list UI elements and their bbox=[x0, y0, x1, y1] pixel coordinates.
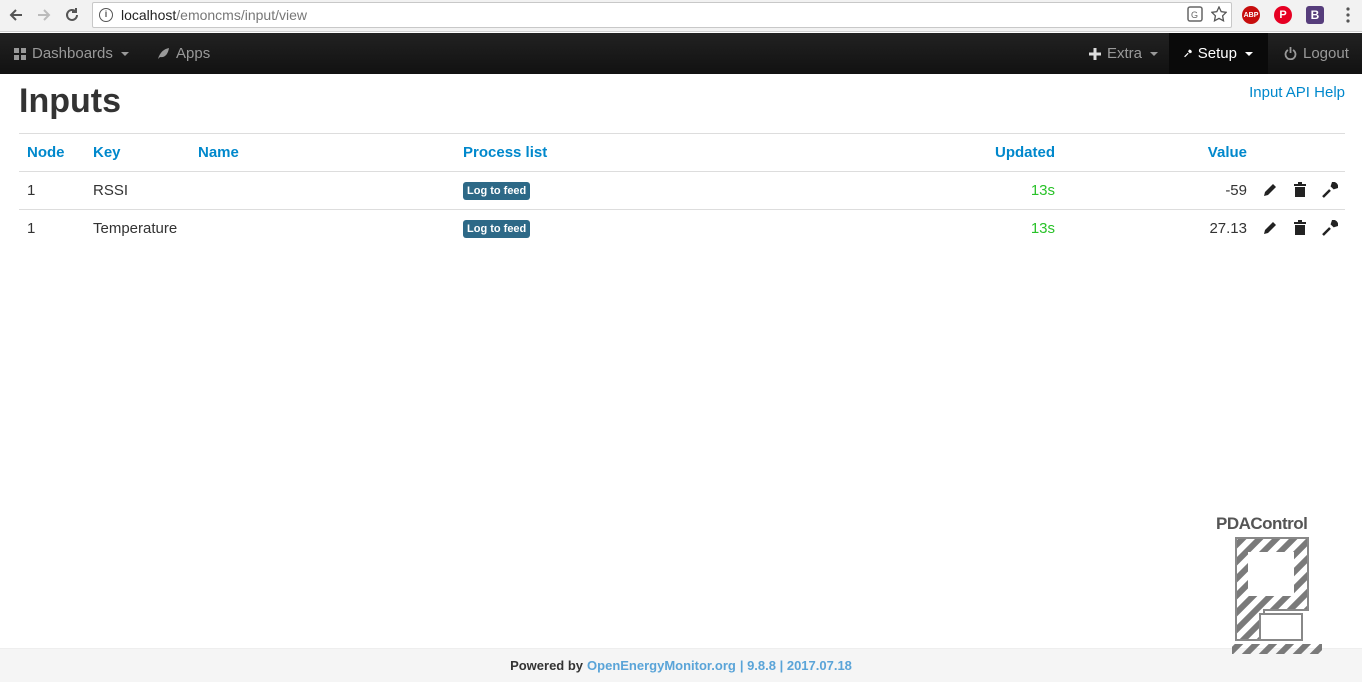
nav-dashboards[interactable]: Dashboards bbox=[14, 33, 129, 74]
nav-logout[interactable]: Logout bbox=[1284, 33, 1349, 74]
adblock-plus-icon[interactable]: ABP bbox=[1242, 6, 1260, 24]
nav-logout-label: Logout bbox=[1303, 45, 1349, 62]
main-navbar: Dashboards Apps Extra Setup Logout bbox=[0, 33, 1362, 74]
nav-setup[interactable]: Setup bbox=[1169, 33, 1268, 74]
arrow-right-icon bbox=[38, 9, 51, 21]
browser-toolbar: i localhost/emoncms/input/view G ABP P B bbox=[0, 0, 1362, 32]
browser-menu-button[interactable] bbox=[1336, 3, 1360, 27]
header-process-list[interactable]: Process list bbox=[463, 134, 547, 171]
nav-extra-label: Extra bbox=[1107, 45, 1143, 62]
info-icon[interactable]: i bbox=[99, 8, 113, 22]
star-icon[interactable] bbox=[1211, 6, 1227, 22]
header-value[interactable]: Value bbox=[1208, 134, 1247, 171]
watermark-graphic bbox=[1232, 537, 1322, 654]
wrench-icon[interactable] bbox=[1322, 182, 1338, 198]
url-text: localhost/emoncms/input/view bbox=[121, 7, 307, 23]
watermark-text: PDAControl bbox=[1216, 514, 1308, 533]
footer-powered-by: Powered by bbox=[510, 658, 584, 673]
process-badge[interactable]: Log to feed bbox=[463, 181, 531, 200]
reload-button[interactable] bbox=[60, 3, 84, 27]
reload-icon bbox=[66, 8, 78, 21]
input-api-help-link[interactable]: Input API Help bbox=[1249, 84, 1345, 101]
page-title: Inputs bbox=[19, 82, 121, 120]
power-icon bbox=[1284, 47, 1297, 60]
cell-key: Temperature bbox=[93, 220, 178, 237]
footer: Powered by OpenEnergyMonitor.org | 9.8.8… bbox=[0, 648, 1362, 682]
cell-node: 1 bbox=[27, 220, 36, 237]
cell-updated: 13s bbox=[1030, 182, 1055, 199]
header-node[interactable]: Node bbox=[27, 134, 65, 171]
cell-value: -59 bbox=[1225, 182, 1247, 199]
footer-oem-link[interactable]: OpenEnergyMonitor.org bbox=[587, 658, 736, 673]
table-header-row: Node Key Name Process list Updated Value bbox=[19, 134, 1345, 172]
nav-setup-label: Setup bbox=[1197, 45, 1237, 62]
nav-apps[interactable]: Apps bbox=[157, 33, 210, 74]
svg-text:G: G bbox=[1191, 10, 1198, 20]
nav-apps-label: Apps bbox=[176, 45, 211, 62]
plus-icon bbox=[1089, 47, 1101, 60]
inputs-table: Node Key Name Process list Updated Value… bbox=[19, 133, 1345, 248]
cell-node: 1 bbox=[27, 182, 36, 199]
caret-down-icon bbox=[1150, 51, 1159, 56]
trash-icon[interactable] bbox=[1292, 182, 1308, 198]
arrow-left-icon bbox=[9, 9, 22, 21]
cell-value: 27.13 bbox=[1209, 220, 1247, 237]
nav-extra[interactable]: Extra bbox=[1089, 33, 1159, 74]
header-updated[interactable]: Updated bbox=[995, 134, 1055, 171]
wrench-icon[interactable] bbox=[1322, 220, 1338, 236]
header-key[interactable]: Key bbox=[93, 134, 121, 171]
caret-down-icon bbox=[1245, 51, 1253, 56]
translate-icon[interactable]: G bbox=[1187, 6, 1203, 22]
cell-key: RSSI bbox=[93, 182, 129, 199]
header-name[interactable]: Name bbox=[198, 134, 239, 171]
pencil-icon[interactable] bbox=[1262, 220, 1278, 236]
wrench-icon bbox=[1184, 49, 1192, 58]
nav-dashboards-label: Dashboards bbox=[32, 45, 113, 62]
footer-version: | 9.8.8 | 2017.07.18 bbox=[739, 658, 852, 673]
leaf-icon bbox=[158, 48, 169, 59]
pencil-icon[interactable] bbox=[1262, 182, 1278, 198]
kebab-menu-icon bbox=[1346, 7, 1350, 23]
dashboard-icon bbox=[14, 47, 26, 60]
cell-updated: 13s bbox=[1030, 220, 1055, 237]
bootstrap-icon[interactable]: B bbox=[1306, 6, 1324, 24]
pdacontrol-watermark-logo: PDAControl bbox=[1214, 514, 1336, 664]
caret-down-icon bbox=[120, 51, 129, 56]
forward-button[interactable] bbox=[32, 3, 56, 27]
address-bar[interactable]: i localhost/emoncms/input/view G bbox=[92, 2, 1232, 28]
process-badge[interactable]: Log to feed bbox=[463, 219, 531, 238]
pinterest-icon[interactable]: P bbox=[1274, 6, 1292, 24]
trash-icon[interactable] bbox=[1292, 220, 1308, 236]
table-row[interactable]: 1 Temperature Log to feed 13s 27.13 bbox=[19, 210, 1345, 248]
back-button[interactable] bbox=[4, 3, 28, 27]
table-row[interactable]: 1 RSSI Log to feed 13s -59 bbox=[19, 172, 1345, 210]
